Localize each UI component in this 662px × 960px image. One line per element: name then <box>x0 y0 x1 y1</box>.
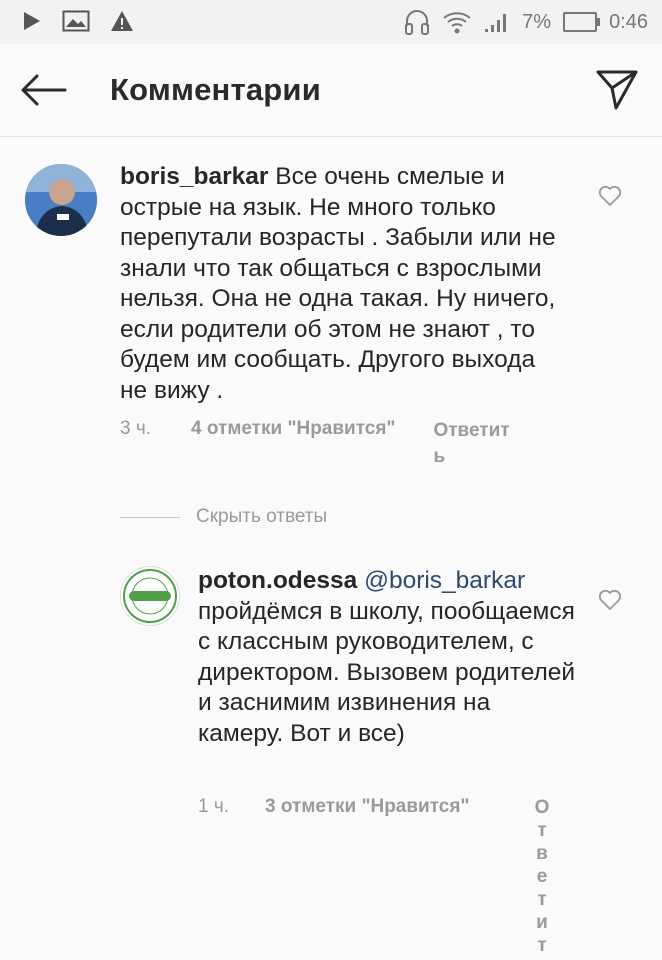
direct-message-icon[interactable] <box>594 66 640 112</box>
play-icon <box>24 12 40 30</box>
reply-time: 1 ч. <box>198 796 230 817</box>
reply-content: пройдёмся в школу, пообщаемся с классным… <box>198 597 576 747</box>
status-bar: 7% 0:46 <box>0 0 662 44</box>
reply-label-wrap: ь <box>433 446 446 467</box>
reply-text: poton.odessa @boris_barkar пройдёмся в ш… <box>198 566 578 749</box>
reply-username[interactable]: poton.odessa <box>198 567 357 594</box>
wifi-icon <box>443 12 471 34</box>
reply-button[interactable]: Ответит ь <box>433 418 525 470</box>
header: Комментарии <box>0 44 662 137</box>
comment-content: Все очень смелые и острые на язык. Не мн… <box>120 163 556 404</box>
signal-icon <box>485 14 507 32</box>
avatar-image <box>25 164 97 236</box>
reply-button[interactable]: Ответит <box>534 796 550 957</box>
image-icon <box>62 10 90 32</box>
hide-replies-button[interactable]: Скрыть ответы <box>120 506 327 528</box>
heart-icon[interactable] <box>597 184 623 208</box>
clock: 0:46 <box>609 10 648 33</box>
heart-icon[interactable] <box>597 588 623 612</box>
comment-username[interactable]: boris_barkar <box>120 163 268 190</box>
battery-icon <box>563 12 601 32</box>
reply-meta: 1 ч. 3 отметки "Нравится" <box>198 796 469 818</box>
comment-meta: 3 ч. 4 отметки "Нравится" Ответит ь <box>120 418 525 470</box>
reply-avatar[interactable] <box>120 566 180 626</box>
poton-logo <box>123 569 177 623</box>
hide-replies-label: Скрыть ответы <box>196 506 328 527</box>
reply-mention[interactable]: @boris_barkar <box>364 567 525 594</box>
page-title: Комментарии <box>110 72 321 107</box>
comment-likes[interactable]: 4 отметки "Нравится" <box>191 418 395 470</box>
battery-percent: 7% <box>522 10 552 33</box>
headphones-icon <box>405 10 430 35</box>
divider <box>120 516 180 518</box>
warning-icon <box>111 11 133 31</box>
reply-likes[interactable]: 3 отметки "Нравится" <box>265 796 469 818</box>
comment-text: boris_barkar Все очень смелые и острые н… <box>120 162 560 406</box>
reply-label: Ответит <box>433 420 510 441</box>
back-arrow-icon[interactable] <box>18 70 68 110</box>
avatar[interactable] <box>25 164 97 236</box>
comment-time: 3 ч. <box>120 418 152 439</box>
